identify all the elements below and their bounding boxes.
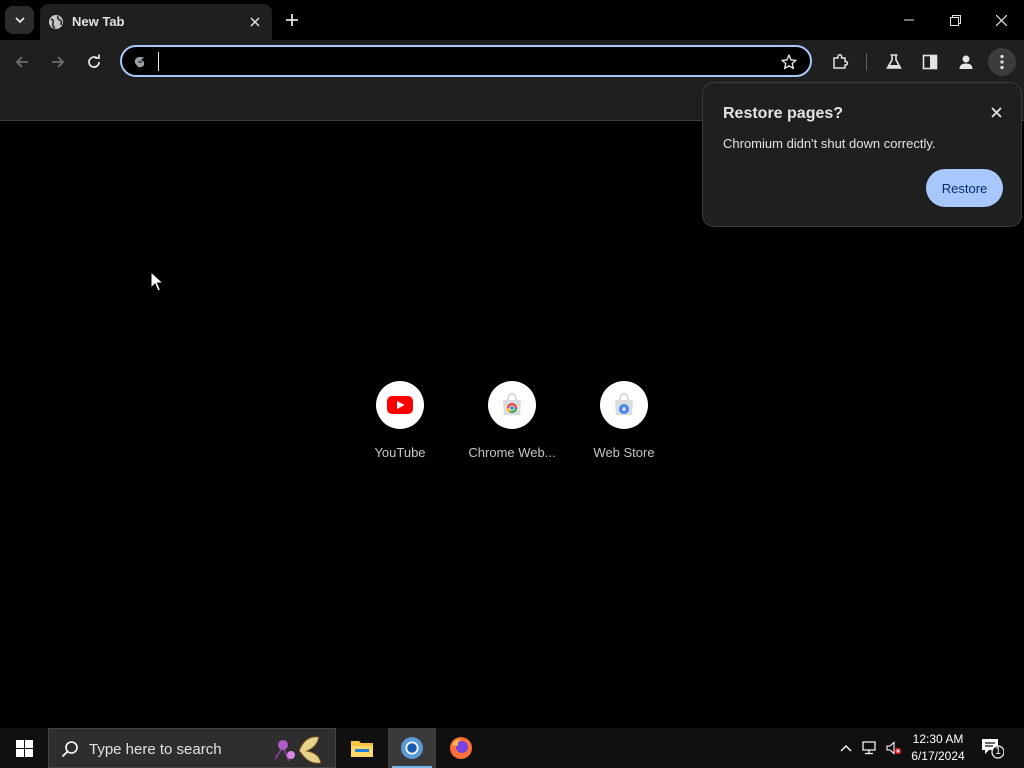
folder-icon — [351, 741, 373, 757]
clock-time: 12:30 AM — [912, 732, 964, 746]
side-panel-button[interactable] — [916, 48, 944, 76]
shortcut-label: Web Store — [593, 445, 655, 460]
network-tray-button[interactable] — [862, 740, 878, 756]
search-highlight-butterfly-icon — [274, 736, 322, 764]
restore-pages-dialog: Restore pages? Chromium didn't shut down… — [702, 82, 1022, 227]
globe-icon — [49, 15, 63, 29]
address-input[interactable] — [156, 50, 780, 74]
minimize-button[interactable] — [886, 0, 932, 40]
chrome-web-store-icon — [503, 393, 521, 415]
shortcut-tile — [376, 381, 424, 429]
shortcut-chrome-web-store[interactable]: Chrome Web... — [464, 381, 560, 471]
profile-icon — [959, 55, 973, 69]
more-vertical-icon — [1000, 54, 1004, 70]
dialog-message: Chromium didn't shut down correctly. — [723, 136, 936, 151]
back-button[interactable] — [8, 48, 36, 76]
close-icon — [990, 106, 1002, 118]
mouse-cursor-icon — [150, 271, 164, 292]
forward-button[interactable] — [44, 48, 72, 76]
profile-button[interactable] — [952, 48, 980, 76]
toolbar — [0, 40, 1024, 84]
dialog-title: Restore pages? — [723, 105, 844, 122]
toolbar-divider — [866, 53, 867, 71]
search-placeholder: Type here to search — [89, 741, 222, 758]
chevron-up-icon — [840, 745, 852, 752]
start-button[interactable] — [0, 728, 48, 768]
firefox-icon — [450, 737, 472, 759]
taskbar-clock[interactable]: 12:30 AM 6/17/2024 — [906, 731, 970, 765]
star-icon — [781, 54, 797, 70]
puzzle-icon — [833, 53, 849, 69]
menu-button[interactable] — [988, 48, 1016, 76]
window-close-button[interactable] — [978, 0, 1024, 40]
tab-title: New Tab — [72, 14, 125, 29]
shortcut-tile — [600, 381, 648, 429]
tab-new-tab[interactable]: New Tab — [40, 4, 272, 40]
search-icon — [61, 741, 78, 758]
taskbar-file-explorer[interactable] — [338, 728, 386, 768]
notification-count: 1 — [995, 746, 1001, 757]
action-center-button[interactable]: 1 — [980, 736, 1005, 760]
network-icon — [862, 741, 876, 755]
close-icon — [250, 17, 260, 27]
shortcut-youtube[interactable]: YouTube — [352, 381, 448, 471]
reload-button[interactable] — [80, 48, 108, 76]
bookmark-star-button[interactable] — [780, 53, 798, 71]
extensions-button[interactable] — [826, 48, 854, 76]
shortcut-web-store[interactable]: Web Store — [576, 381, 672, 471]
close-icon — [995, 14, 1007, 26]
new-tab-button[interactable] — [281, 9, 303, 31]
volume-muted-icon — [886, 741, 902, 755]
chevron-down-icon — [14, 17, 25, 24]
flask-icon — [886, 54, 902, 69]
restore-down-icon — [949, 14, 961, 26]
tab-strip: New Tab — [0, 0, 1024, 40]
dialog-close-button[interactable] — [987, 103, 1005, 121]
tab-search-button[interactable] — [5, 6, 34, 34]
search-engine-icon — [134, 57, 145, 68]
minimize-icon — [904, 19, 914, 21]
shortcut-label: YouTube — [374, 445, 426, 460]
taskbar-chromium[interactable] — [388, 728, 436, 768]
reload-icon — [88, 54, 100, 68]
shortcut-tile — [488, 381, 536, 429]
web-store-icon — [615, 393, 633, 415]
plus-icon — [286, 14, 298, 26]
clock-date: 6/17/2024 — [911, 749, 965, 763]
shortcut-label: Chrome Web... — [468, 445, 556, 460]
labs-button[interactable] — [880, 48, 908, 76]
volume-tray-button[interactable] — [886, 740, 902, 756]
arrow-left-icon — [15, 56, 28, 68]
address-bar[interactable] — [120, 45, 812, 77]
taskbar-firefox[interactable] — [437, 728, 485, 768]
chromium-icon — [401, 737, 423, 759]
restore-button[interactable]: Restore — [926, 169, 1003, 207]
youtube-icon — [387, 396, 413, 414]
windows-logo-icon — [15, 739, 33, 757]
text-caret — [158, 52, 159, 71]
show-hidden-icons-button[interactable] — [838, 740, 854, 756]
side-panel-icon — [922, 54, 938, 70]
restore-down-button[interactable] — [932, 0, 978, 40]
taskbar-search-box[interactable]: Type here to search — [48, 728, 336, 768]
arrow-right-icon — [52, 56, 65, 68]
taskbar: Type here to search 12:30 AM 6/17/2024 1 — [0, 728, 1024, 768]
tab-close-button[interactable] — [246, 13, 264, 31]
